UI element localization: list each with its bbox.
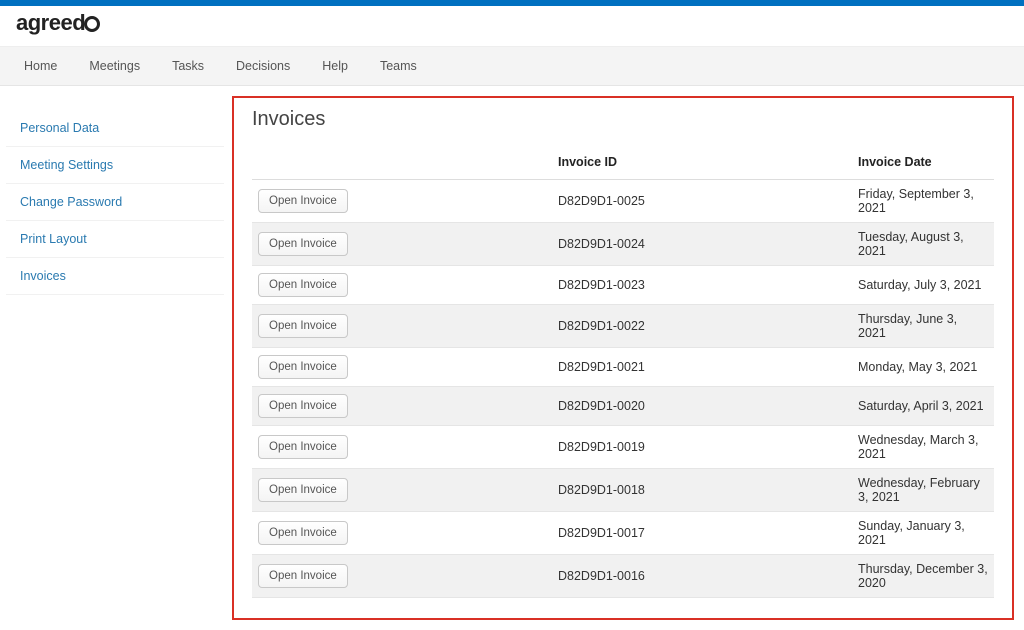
table-row: Open Invoice D82D9D1-0020Saturday, April … (252, 387, 994, 426)
cell-invoice-date: Sunday, January 3, 2021 (852, 512, 994, 555)
cell-invoice-date: Wednesday, March 3, 2021 (852, 426, 994, 469)
cell-invoice-date: Thursday, June 3, 2021 (852, 305, 994, 348)
open-invoice-button[interactable]: Open Invoice (258, 564, 348, 588)
app-header: agreed (0, 6, 1024, 47)
cell-invoice-date: Saturday, April 3, 2021 (852, 387, 994, 426)
settings-sidebar: Personal DataMeeting SettingsChange Pass… (6, 96, 224, 620)
open-invoice-button[interactable]: Open Invoice (258, 394, 348, 418)
sidebar-item-print-layout[interactable]: Print Layout (6, 221, 224, 258)
cell-action: Open Invoice (252, 469, 552, 512)
cell-invoice-id: D82D9D1-0018 (552, 469, 852, 512)
cell-action: Open Invoice (252, 426, 552, 469)
cell-action: Open Invoice (252, 555, 552, 598)
cell-action: Open Invoice (252, 266, 552, 305)
cell-invoice-id: D82D9D1-0024 (552, 223, 852, 266)
brand-logo: agreed (16, 10, 100, 36)
nav-teams[interactable]: Teams (364, 47, 433, 85)
cell-invoice-id: D82D9D1-0021 (552, 348, 852, 387)
nav-decisions[interactable]: Decisions (220, 47, 306, 85)
open-invoice-button[interactable]: Open Invoice (258, 355, 348, 379)
open-invoice-button[interactable]: Open Invoice (258, 435, 348, 459)
table-row: Open Invoice D82D9D1-0024Tuesday, August … (252, 223, 994, 266)
nav-home[interactable]: Home (8, 47, 73, 85)
table-row: Open Invoice D82D9D1-0017Sunday, January … (252, 512, 994, 555)
table-row: Open Invoice D82D9D1-0021Monday, May 3, 2… (252, 348, 994, 387)
invoices-panel: Invoices Invoice ID Invoice Date Open In… (232, 96, 1014, 620)
cell-invoice-id: D82D9D1-0022 (552, 305, 852, 348)
cell-invoice-id: D82D9D1-0016 (552, 555, 852, 598)
cell-invoice-date: Monday, May 3, 2021 (852, 348, 994, 387)
cell-action: Open Invoice (252, 180, 552, 223)
cell-invoice-date: Tuesday, August 3, 2021 (852, 223, 994, 266)
col-action (252, 145, 552, 180)
cell-action: Open Invoice (252, 305, 552, 348)
sidebar-item-meeting-settings[interactable]: Meeting Settings (6, 147, 224, 184)
cell-invoice-id: D82D9D1-0020 (552, 387, 852, 426)
cell-action: Open Invoice (252, 348, 552, 387)
sidebar-item-invoices[interactable]: Invoices (6, 258, 224, 295)
sidebar-item-personal-data[interactable]: Personal Data (6, 110, 224, 147)
cell-invoice-id: D82D9D1-0017 (552, 512, 852, 555)
cell-invoice-id: D82D9D1-0025 (552, 180, 852, 223)
table-row: Open Invoice D82D9D1-0025Friday, Septembe… (252, 180, 994, 223)
cell-invoice-date: Wednesday, February 3, 2021 (852, 469, 994, 512)
table-row: Open Invoice D82D9D1-0018Wednesday, Febru… (252, 469, 994, 512)
nav-help[interactable]: Help (306, 47, 364, 85)
open-invoice-button[interactable]: Open Invoice (258, 273, 348, 297)
content-layout: Personal DataMeeting SettingsChange Pass… (0, 86, 1024, 630)
page-title: Invoices (252, 108, 994, 131)
cell-invoice-id: D82D9D1-0019 (552, 426, 852, 469)
table-row: Open Invoice D82D9D1-0023Saturday, July 3… (252, 266, 994, 305)
open-invoice-button[interactable]: Open Invoice (258, 314, 348, 338)
table-header-row: Invoice ID Invoice Date (252, 145, 994, 180)
col-invoice-date: Invoice Date (852, 145, 994, 180)
invoices-table: Invoice ID Invoice Date Open Invoice D82D… (252, 145, 994, 598)
open-invoice-button[interactable]: Open Invoice (258, 478, 348, 502)
cell-invoice-id: D82D9D1-0023 (552, 266, 852, 305)
cell-action: Open Invoice (252, 387, 552, 426)
nav-tasks[interactable]: Tasks (156, 47, 220, 85)
table-row: Open Invoice D82D9D1-0022Thursday, June 3… (252, 305, 994, 348)
table-row: Open Invoice D82D9D1-0019Wednesday, March… (252, 426, 994, 469)
open-invoice-button[interactable]: Open Invoice (258, 521, 348, 545)
primary-nav: HomeMeetingsTasksDecisionsHelpTeams (0, 47, 1024, 86)
brand-text: agreed (16, 10, 85, 35)
refresh-circle-icon (84, 16, 100, 32)
open-invoice-button[interactable]: Open Invoice (258, 189, 348, 213)
cell-invoice-date: Friday, September 3, 2021 (852, 180, 994, 223)
cell-invoice-date: Thursday, December 3, 2020 (852, 555, 994, 598)
cell-action: Open Invoice (252, 512, 552, 555)
col-invoice-id: Invoice ID (552, 145, 852, 180)
open-invoice-button[interactable]: Open Invoice (258, 232, 348, 256)
cell-invoice-date: Saturday, July 3, 2021 (852, 266, 994, 305)
cell-action: Open Invoice (252, 223, 552, 266)
nav-meetings[interactable]: Meetings (73, 47, 156, 85)
table-row: Open Invoice D82D9D1-0016Thursday, Decemb… (252, 555, 994, 598)
sidebar-item-change-password[interactable]: Change Password (6, 184, 224, 221)
